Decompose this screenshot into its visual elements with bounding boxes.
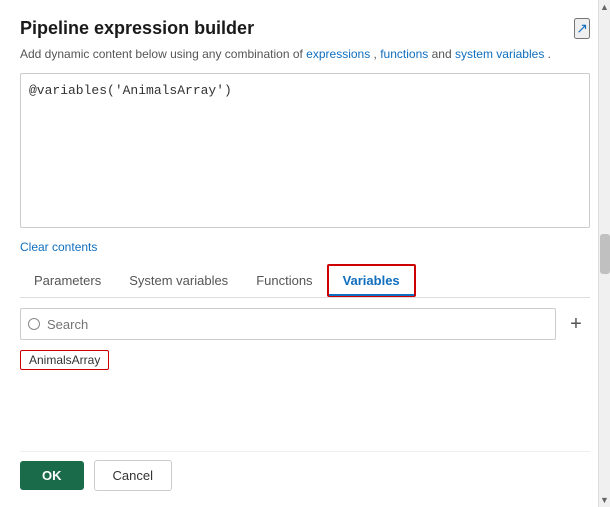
expand-button[interactable]: ↗ xyxy=(574,18,590,39)
tab-variables[interactable]: Variables xyxy=(327,264,416,297)
description-prefix: Add dynamic content below using any comb… xyxy=(20,47,306,61)
variables-panel: AnimalsArray ▲ ▼ xyxy=(20,348,590,441)
tab-system-variables[interactable]: System variables xyxy=(115,264,242,297)
expressions-link[interactable]: expressions xyxy=(306,47,370,61)
search-input[interactable] xyxy=(20,308,556,340)
footer: OK Cancel xyxy=(20,451,590,491)
search-box-wrap: ○ xyxy=(20,308,556,340)
clear-contents-button[interactable]: Clear contents xyxy=(20,236,97,258)
cancel-button[interactable]: Cancel xyxy=(94,460,172,491)
functions-link[interactable]: functions xyxy=(380,47,428,61)
dialog-header: Pipeline expression builder ↗ xyxy=(20,18,590,39)
add-button[interactable]: + xyxy=(562,310,590,338)
tab-functions[interactable]: Functions xyxy=(242,264,326,297)
search-icon: ○ xyxy=(28,318,40,330)
variable-item-animalsarray[interactable]: AnimalsArray xyxy=(20,350,109,370)
ok-button[interactable]: OK xyxy=(20,461,84,490)
expression-input[interactable] xyxy=(20,73,590,228)
system-variables-link[interactable]: system variables xyxy=(455,47,544,61)
tab-parameters[interactable]: Parameters xyxy=(20,264,115,297)
pipeline-expression-builder-dialog: Pipeline expression builder ↗ Add dynami… xyxy=(0,0,610,507)
dialog-title: Pipeline expression builder xyxy=(20,18,254,39)
variables-list: AnimalsArray xyxy=(20,348,590,441)
description: Add dynamic content below using any comb… xyxy=(20,45,590,63)
search-row: ○ + xyxy=(20,308,590,340)
tabs-row: Parameters System variables Functions Va… xyxy=(20,264,590,298)
